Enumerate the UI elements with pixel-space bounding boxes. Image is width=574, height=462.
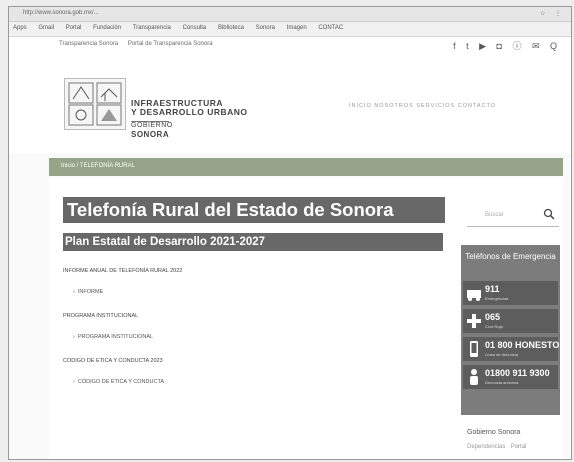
main-content: Telefonía Rural del Estado de Sonora Pla…	[49, 177, 563, 459]
doc-label: CODIGO DE ETICA Y CONDUCTA 2023	[63, 358, 163, 364]
emergency-item[interactable]: 01800 911 9300 Denuncia anónima	[463, 365, 558, 389]
topbar-link[interactable]: Transparencia Sonora	[59, 41, 118, 47]
doc-link-text[interactable]: CÓDIGO DE ÉTICA Y CONDUCTA	[78, 379, 164, 385]
bookmark-item[interactable]: Portal	[66, 25, 82, 31]
doc-link[interactable]: › CÓDIGO DE ÉTICA Y CONDUCTA	[73, 379, 164, 385]
emergency-desc: Emergencias	[485, 296, 509, 301]
bookmark-item[interactable]: Imagen	[287, 25, 307, 31]
emergency-item[interactable]: 01 800 HONESTO Línea de denuncia	[463, 337, 560, 361]
bookmark-item[interactable]: Biblioteca	[218, 25, 244, 31]
bookmark-item[interactable]: Sonora	[256, 25, 275, 31]
header-nav[interactable]: INICIO NOSOTROS SERVICIOS CONTACTO	[349, 103, 496, 109]
emergency-number: 01800 911 9300	[485, 368, 550, 378]
search-input[interactable]: Buscar	[485, 212, 504, 218]
search-box[interactable]: Buscar	[467, 204, 559, 227]
logo-line-2: Y DESARROLLO URBANO	[131, 107, 248, 117]
topbar-link[interactable]: Portal de Transparencia Sonora	[128, 41, 213, 47]
logo-gobierno: GOBIERNO	[131, 121, 173, 129]
emergency-desc: Cruz Roja	[485, 324, 503, 329]
bookmarks-bar: Apps Gmail Portal Fundación Transparenci…	[9, 22, 571, 37]
bookmark-item[interactable]: Gmail	[38, 25, 54, 31]
emergency-number: 01 800 HONESTO	[485, 340, 560, 350]
bookmark-item[interactable]: Apps	[13, 25, 27, 31]
address-bar[interactable]: http://www.sonora.gob.mx/... ☆ ⋮	[9, 7, 571, 22]
doc-link[interactable]: › PROGRAMA INSTITUCIONAL	[73, 334, 153, 340]
url-text[interactable]: http://www.sonora.gob.mx/...	[23, 10, 99, 16]
bookmark-item[interactable]: Transparencia	[133, 25, 171, 31]
emergency-panel: Teléfonos de Emergencia 911 Emergencias …	[461, 245, 560, 415]
bookmark-item[interactable]: CONTAC	[318, 25, 343, 31]
emergency-desc: Línea de denuncia	[485, 352, 518, 357]
emergency-number: 065	[485, 312, 501, 322]
browser-tools-icons[interactable]: ☆ ⋮	[540, 10, 565, 17]
phone-icon	[470, 341, 478, 357]
sidebar-links-sub[interactable]: Dependencias · Portal	[467, 444, 526, 450]
page-title: Telefonía Rural del Estado de Sonora	[63, 197, 445, 223]
state-emblem-icon[interactable]	[64, 78, 126, 130]
emergency-number: 911	[485, 284, 500, 294]
agency-logo-text[interactable]: INFRAESTRUCTURA Y DESARROLLO URBANO GOBI…	[131, 99, 248, 139]
sidebar-links: Gobierno Sonora Dependencias · Portal	[467, 429, 526, 450]
site-topbar: Transparencia Sonora Portal de Transpare…	[9, 37, 571, 51]
emergency-desc: Denuncia anónima	[485, 380, 519, 385]
breadcrumb: Inicio / TELEFONÍA RURAL	[49, 158, 563, 176]
bookmark-item[interactable]: Consulta	[183, 25, 207, 31]
doc-link-text[interactable]: PROGRAMA INSTITUCIONAL	[78, 334, 153, 340]
logo-sonora: SONORA	[131, 130, 170, 139]
emergency-title: Teléfonos de Emergencia	[465, 252, 556, 261]
doc-link[interactable]: › INFORME	[73, 289, 103, 295]
ambulance-icon	[467, 290, 481, 301]
search-icon[interactable]	[543, 208, 555, 220]
page-subtitle: Plan Estatal de Desarrollo 2021-2027	[63, 233, 443, 251]
doc-link-text[interactable]: INFORME	[78, 289, 103, 295]
sidebar-links-title[interactable]: Gobierno Sonora	[467, 429, 526, 436]
breadcrumb-text[interactable]: Inicio / TELEFONÍA RURAL	[61, 163, 135, 169]
doc-label: INFORME ANUAL DE TELEFONÍA RURAL 2022	[63, 268, 183, 274]
person-icon	[470, 369, 478, 385]
doc-label: PROGRAMA INSTITUCIONAL	[63, 313, 139, 319]
emergency-item[interactable]: 911 Emergencias	[463, 281, 558, 305]
bookmark-item[interactable]: Fundación	[93, 25, 121, 31]
medical-cross-icon	[467, 314, 481, 328]
browser-window: http://www.sonora.gob.mx/... ☆ ⋮ Apps Gm…	[8, 6, 572, 460]
emergency-item[interactable]: 065 Cruz Roja	[463, 309, 558, 333]
site-header: INFRAESTRUCTURA Y DESARROLLO URBANO GOBI…	[9, 51, 571, 153]
